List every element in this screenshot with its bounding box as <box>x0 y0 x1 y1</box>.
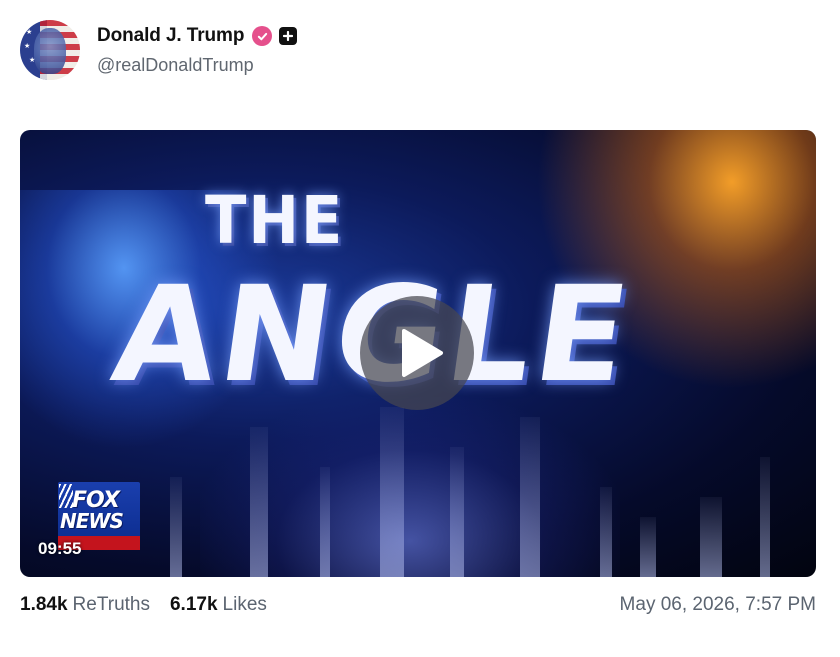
video-thumbnail-light-bar <box>520 417 540 577</box>
star-icon: ★ <box>24 43 31 50</box>
likes-count[interactable]: 6.17k <box>170 594 218 616</box>
video-thumbnail-light-bar <box>640 517 656 577</box>
video-player[interactable]: THE ANGLE FOX NEWS 09:55 <box>20 130 816 577</box>
star-icon: ★ <box>29 57 36 64</box>
star-icon: ★ <box>26 29 33 36</box>
author-handle[interactable]: @realDonaldTrump <box>97 55 297 76</box>
author-display-name[interactable]: Donald J. Trump <box>97 25 244 47</box>
post-footer: 1.84k ReTruths 6.17k Likes May 06, 2026,… <box>20 594 816 618</box>
author-names: Donald J. Trump @realDonaldTrump <box>97 24 298 76</box>
video-duration: 09:55 <box>38 539 82 558</box>
video-thumbnail-light-bar <box>600 487 612 577</box>
play-icon <box>402 329 443 377</box>
video-thumbnail-light-bar <box>170 477 182 577</box>
plus-badge-icon <box>279 27 298 45</box>
avatar-portrait <box>34 28 66 74</box>
fox-news-logo-slashes <box>59 484 73 508</box>
fox-news-logo-line-2: NEWS <box>60 509 124 533</box>
verified-check-icon <box>252 26 273 46</box>
video-thumbnail-light-bar <box>760 457 770 577</box>
play-button[interactable] <box>360 296 474 410</box>
video-thumbnail-light-bar <box>380 407 404 577</box>
video-title-line-1: THE <box>205 182 345 259</box>
post-header: ★ ★ ★ Donald J. Trump @realDonaldTrump <box>20 20 298 80</box>
video-thumbnail-light-bar <box>250 427 268 577</box>
author-name-row: Donald J. Trump <box>97 24 298 48</box>
post-stats: 1.84k ReTruths 6.17k Likes <box>20 594 267 616</box>
likes-label[interactable]: Likes <box>223 594 267 616</box>
post-timestamp[interactable]: May 06, 2026, 7:57 PM <box>620 594 816 616</box>
retruths-label[interactable]: ReTruths <box>73 594 150 616</box>
video-thumbnail-light-bar <box>320 467 330 577</box>
video-thumbnail-light-bar <box>700 497 722 577</box>
avatar[interactable]: ★ ★ ★ <box>20 20 80 80</box>
retruths-count[interactable]: 1.84k <box>20 594 68 616</box>
video-thumbnail-light-bar <box>450 447 464 577</box>
